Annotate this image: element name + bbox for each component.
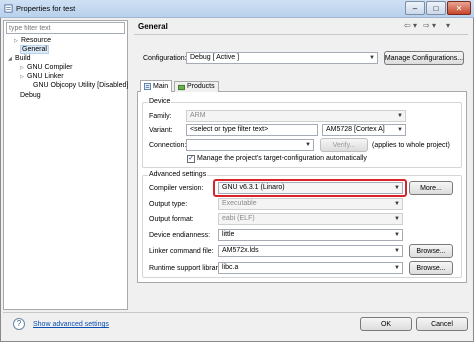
dropdown-arrow-icon[interactable]: ▾ — [432, 21, 436, 30]
tree-item-general[interactable]: General — [20, 45, 49, 54]
tree-item-gnu-compiler[interactable]: ▷ GNU Compiler — [20, 63, 73, 72]
expand-arrow-icon[interactable]: ▷ — [20, 73, 27, 82]
show-advanced-settings-link[interactable]: Show advanced settings — [33, 321, 109, 328]
linker-command-file-label: Linker command file: — [149, 248, 214, 255]
header-separator — [134, 34, 468, 35]
manage-target-label: Manage the project's target-configuratio… — [197, 155, 367, 162]
maximize-button[interactable]: □ — [426, 1, 446, 15]
highlight-box — [213, 179, 407, 197]
variant-filter-input[interactable]: <select or type filter text> — [186, 124, 318, 136]
connection-label: Connection: — [149, 142, 187, 149]
dropdown-arrow-icon: ▼ — [394, 232, 400, 238]
app-icon — [4, 4, 13, 13]
configuration-label: Configuration: — [143, 55, 187, 62]
applies-note: (applies to whole project) — [372, 142, 450, 149]
checkmark-icon: ✓ — [188, 155, 194, 162]
device-endianness-select[interactable]: little ▼ — [218, 229, 403, 241]
products-tab-icon — [178, 84, 185, 90]
main-tab-icon — [144, 83, 151, 90]
forward-arrow-icon[interactable]: ⇨ — [423, 21, 430, 30]
verify-button[interactable]: Verify... — [320, 138, 368, 152]
manage-configurations-button[interactable]: Manage Configurations... — [384, 51, 464, 65]
dropdown-arrow-icon: ▼ — [394, 265, 400, 271]
output-type-label: Output type: — [149, 201, 188, 208]
minimize-button[interactable]: – — [405, 1, 425, 15]
ok-button[interactable]: OK — [360, 317, 412, 331]
compiler-version-label: Compiler version: — [149, 185, 204, 192]
dropdown-arrow-icon: ▼ — [394, 248, 400, 254]
dropdown-arrow-icon: ▼ — [397, 127, 403, 133]
minimize-icon: – — [412, 3, 418, 13]
advanced-settings-title: Advanced settings — [148, 171, 208, 178]
tab-products[interactable]: Products — [174, 81, 219, 92]
page-title: General — [138, 22, 168, 31]
collapse-arrow-icon[interactable]: ◢ — [8, 55, 15, 64]
connection-select[interactable]: ▼ — [186, 139, 314, 151]
tree-item-debug[interactable]: Debug — [20, 91, 41, 100]
close-button[interactable]: ✕ — [447, 1, 471, 15]
close-icon: ✕ — [455, 3, 463, 13]
family-select: ARM ▼ — [186, 110, 406, 122]
back-arrow-icon[interactable]: ⇦ — [404, 21, 411, 30]
more-button[interactable]: More... — [409, 181, 453, 195]
manage-target-checkbox[interactable]: ✓ — [187, 155, 195, 163]
window-title: Properties for test — [16, 4, 76, 13]
tree-item-build[interactable]: ◢ Build — [8, 54, 31, 63]
device-group-title: Device — [148, 98, 172, 105]
variant-select[interactable]: AM5728 [Cortex A] ▼ — [322, 124, 406, 136]
tree-item-resource[interactable]: ▷ Resource — [14, 36, 51, 45]
dropdown-arrow-icon: ▼ — [394, 201, 400, 207]
view-menu-icon[interactable]: ▾ — [446, 21, 450, 30]
family-label: Family: — [149, 113, 172, 120]
maximize-icon: □ — [433, 3, 439, 13]
output-format-select: eabi (ELF) ▼ — [218, 213, 403, 225]
tab-main[interactable]: Main — [140, 80, 173, 92]
help-icon[interactable]: ? — [13, 318, 25, 330]
tree-item-gnu-linker[interactable]: ▷ GNU Linker — [20, 72, 64, 81]
browse-linker-button[interactable]: Browse... — [409, 244, 453, 258]
runtime-library-select[interactable]: libc.a ▼ — [218, 262, 403, 274]
dropdown-arrow-icon: ▼ — [305, 142, 311, 148]
output-format-label: Output format: — [149, 216, 194, 223]
dropdown-arrow-icon: ▼ — [397, 113, 403, 119]
footer-separator — [3, 312, 469, 313]
runtime-library-label: Runtime support library: — [149, 265, 224, 272]
dropdown-arrow-icon: ▼ — [394, 216, 400, 222]
dropdown-arrow-icon: ▼ — [369, 55, 375, 61]
cancel-button[interactable]: Cancel — [416, 317, 468, 331]
device-endianness-label: Device endianness: — [149, 232, 211, 239]
configuration-select[interactable]: Debug [ Active ] ▼ — [186, 52, 378, 64]
linker-command-file-select[interactable]: AM572x.lds ▼ — [218, 245, 403, 257]
variant-label: Variant: — [149, 127, 173, 134]
output-type-select: Executable ▼ — [218, 198, 403, 210]
dropdown-arrow-icon[interactable]: ▾ — [413, 21, 417, 30]
filter-input[interactable] — [6, 22, 125, 34]
tree-item-gnu-objcopy[interactable]: GNU Objcopy Utility [Disabled] — [33, 81, 128, 90]
browse-runtime-button[interactable]: Browse... — [409, 261, 453, 275]
